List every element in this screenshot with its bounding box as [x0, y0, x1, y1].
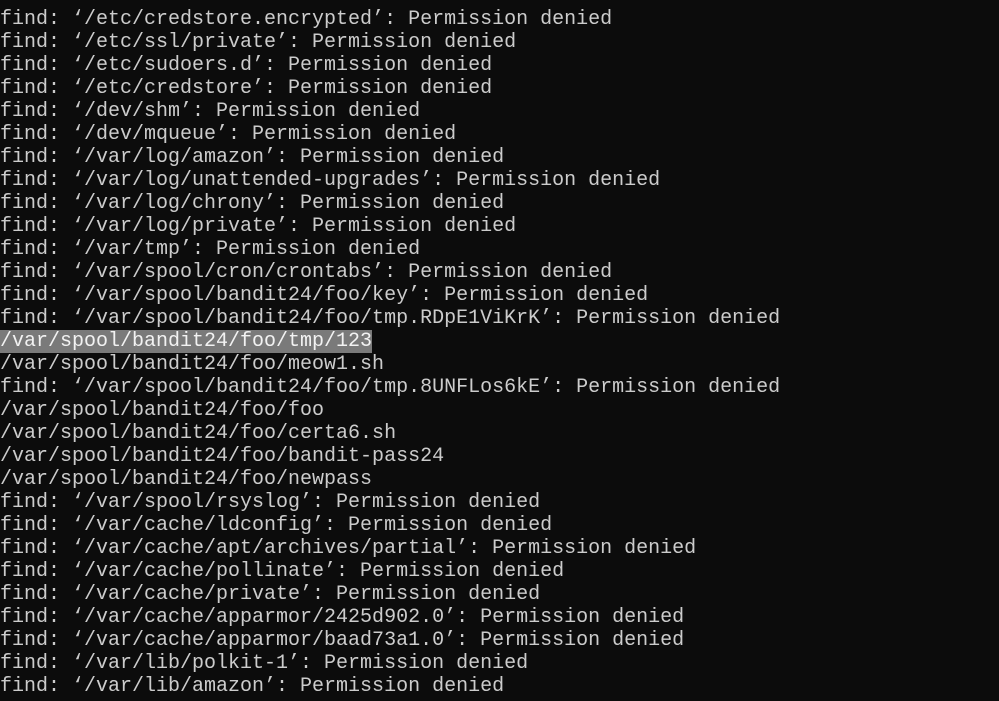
terminal-line-text: find: ‘/var/log/chrony’: Permission deni… [0, 192, 505, 215]
terminal-line-text: find: ‘/var/cache/apparmor/baad73a1.0’: … [0, 629, 685, 652]
terminal-line: find: ‘/var/log/amazon’: Permission deni… [0, 146, 999, 169]
terminal-line: find: ‘/var/spool/cron/crontabs’: Permis… [0, 261, 999, 284]
terminal-line: find: ‘/var/log/chrony’: Permission deni… [0, 192, 999, 215]
terminal-line: find: ‘/var/cache/apparmor/2425d902.0’: … [0, 606, 999, 629]
terminal-line-text: find: ‘/var/spool/bandit24/foo/tmp.RDpE1… [0, 307, 781, 330]
terminal-line: find: ‘/dev/mqueue’: Permission denied [0, 123, 999, 146]
terminal-line: find: ‘/var/log/unattended-upgrades’: Pe… [0, 169, 999, 192]
terminal-line-text: /var/spool/bandit24/foo/newpass [0, 468, 373, 491]
terminal-line: find: ‘/etc/sudoers.d’: Permission denie… [0, 54, 999, 77]
selected-terminal-line: /var/spool/bandit24/foo/tmp/123 [0, 330, 999, 353]
terminal-line: find: ‘/var/cache/apparmor/baad73a1.0’: … [0, 629, 999, 652]
terminal-output[interactable]: find: ‘/etc/credstore.encrypted’: Permis… [0, 0, 999, 698]
terminal-line: find: ‘/etc/credstore.encrypted’: Permis… [0, 8, 999, 31]
terminal-line-text: find: ‘/var/log/unattended-upgrades’: Pe… [0, 169, 661, 192]
terminal-line-text: find: ‘/var/spool/cron/crontabs’: Permis… [0, 261, 613, 284]
terminal-line-text: find: ‘/var/log/amazon’: Permission deni… [0, 146, 505, 169]
terminal-line: find: ‘/var/spool/bandit24/foo/tmp.RDpE1… [0, 307, 999, 330]
terminal-line: find: ‘/var/cache/pollinate’: Permission… [0, 560, 999, 583]
terminal-line: /var/spool/bandit24/foo/bandit-pass24 [0, 445, 999, 468]
terminal-line-text: find: ‘/var/tmp’: Permission denied [0, 238, 421, 261]
terminal-line-text: find: ‘/etc/credstore’: Permission denie… [0, 77, 493, 100]
terminal-line-text: /var/spool/bandit24/foo/certa6.sh [0, 422, 397, 445]
terminal-line-text: /var/spool/bandit24/foo/foo [0, 399, 325, 422]
terminal-line: /var/spool/bandit24/foo/certa6.sh [0, 422, 999, 445]
terminal-line-text: find: ‘/etc/ssl/private’: Permission den… [0, 31, 517, 54]
terminal-line-text: find: ‘/var/cache/ldconfig’: Permission … [0, 514, 553, 537]
terminal-line-text: find: ‘/dev/shm’: Permission denied [0, 100, 421, 123]
terminal-line: find: ‘/var/spool/bandit24/foo/tmp.8UNFL… [0, 376, 999, 399]
terminal-line-text: find: ‘/etc/sudoers.d’: Permission denie… [0, 54, 493, 77]
terminal-line: find: ‘/var/lib/amazon’: Permission deni… [0, 675, 999, 698]
terminal-line: find: ‘/dev/shm’: Permission denied [0, 100, 999, 123]
terminal-line-text: find: ‘/var/cache/private’: Permission d… [0, 583, 541, 606]
terminal-line: /var/spool/bandit24/foo/meow1.sh [0, 353, 999, 376]
terminal-line-text: find: ‘/var/lib/amazon’: Permission deni… [0, 675, 505, 698]
terminal-line: find: ‘/etc/credstore’: Permission denie… [0, 77, 999, 100]
terminal-line: find: ‘/var/cache/ldconfig’: Permission … [0, 514, 999, 537]
terminal-line-text: find: ‘/var/spool/bandit24/foo/key’: Per… [0, 284, 649, 307]
terminal-line: find: ‘/var/lib/polkit-1’: Permission de… [0, 652, 999, 675]
terminal-line-text: find: ‘/var/cache/apparmor/2425d902.0’: … [0, 606, 685, 629]
terminal-line: find: ‘/var/cache/apt/archives/partial’:… [0, 537, 999, 560]
terminal-line: find: ‘/var/cache/private’: Permission d… [0, 583, 999, 606]
terminal-line-text: find: ‘/var/spool/rsyslog’: Permission d… [0, 491, 541, 514]
terminal-line: find: ‘/var/tmp’: Permission denied [0, 238, 999, 261]
terminal-line-text: find: ‘/etc/credstore.encrypted’: Permis… [0, 8, 613, 31]
terminal-line-text: find: ‘/dev/mqueue’: Permission denied [0, 123, 457, 146]
terminal-line-text: /var/spool/bandit24/foo/bandit-pass24 [0, 445, 445, 468]
terminal-line-text: /var/spool/bandit24/foo/tmp/123 [0, 330, 373, 353]
terminal-line-text: find: ‘/var/cache/apt/archives/partial’:… [0, 537, 697, 560]
terminal-line-text: find: ‘/var/cache/pollinate’: Permission… [0, 560, 565, 583]
terminal-line-text: find: ‘/var/lib/polkit-1’: Permission de… [0, 652, 529, 675]
terminal-line: find: ‘/var/spool/bandit24/foo/key’: Per… [0, 284, 999, 307]
terminal-line: find: ‘/etc/ssl/private’: Permission den… [0, 31, 999, 54]
terminal-line: /var/spool/bandit24/foo/newpass [0, 468, 999, 491]
terminal-line: /var/spool/bandit24/foo/foo [0, 399, 999, 422]
terminal-line-text: /var/spool/bandit24/foo/meow1.sh [0, 353, 385, 376]
terminal-line: find: ‘/var/log/private’: Permission den… [0, 215, 999, 238]
terminal-line-text: find: ‘/var/log/private’: Permission den… [0, 215, 517, 238]
terminal-line: find: ‘/var/spool/rsyslog’: Permission d… [0, 491, 999, 514]
terminal-line-text: find: ‘/var/spool/bandit24/foo/tmp.8UNFL… [0, 376, 781, 399]
